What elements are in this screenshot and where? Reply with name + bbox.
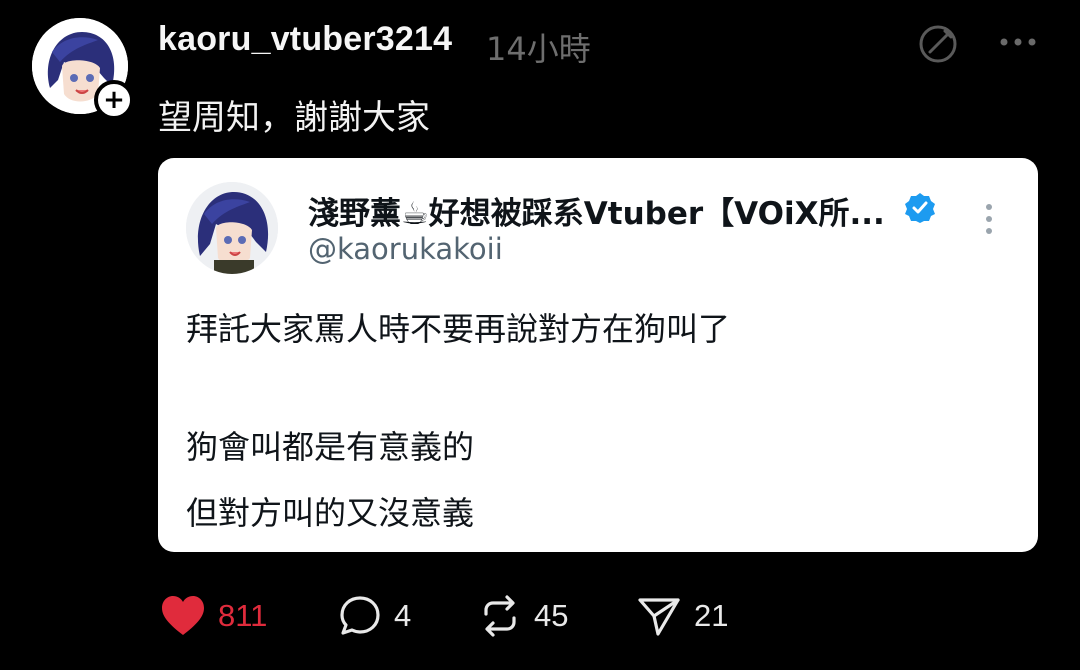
embedded-avatar[interactable] xyxy=(186,182,278,274)
embedded-text-line: 但對方叫的又沒意義 xyxy=(186,494,475,532)
follow-plus-icon[interactable]: + xyxy=(94,80,134,120)
heart-icon xyxy=(162,596,204,635)
comment-icon xyxy=(340,596,380,635)
send-icon xyxy=(638,598,680,636)
embedded-display-name[interactable]: 淺野薰☕好想被踩系Vtuber【VOiX所... xyxy=(308,188,885,233)
embedded-text-line: 狗會叫都是有意義的 xyxy=(186,428,475,466)
repost-icon xyxy=(484,595,516,637)
embedded-handle[interactable]: @kaorukakoii xyxy=(308,232,503,266)
share-count: 21 xyxy=(694,598,729,633)
embedded-text-line: 拜託大家罵人時不要再說對方在狗叫了 xyxy=(186,310,731,348)
like-button[interactable]: 811 xyxy=(160,592,267,640)
like-count: 811 xyxy=(218,598,268,633)
edit-icon[interactable] xyxy=(916,22,960,66)
post-time: 14小時 xyxy=(486,30,591,68)
embedded-more-icon[interactable] xyxy=(984,202,994,236)
repost-count: 45 xyxy=(534,598,569,633)
repost-button[interactable]: 45 xyxy=(478,592,568,640)
username[interactable]: kaoru_vtuber3214 xyxy=(158,20,452,59)
verified-badge-icon xyxy=(905,193,935,223)
more-options-icon[interactable] xyxy=(998,30,1038,54)
post-caption: 望周知，謝謝大家 xyxy=(158,98,430,138)
embedded-post-card[interactable]: 淺野薰☕好想被踩系Vtuber【VOiX所... @kaorukakoii 拜託… xyxy=(158,158,1038,552)
reply-button[interactable]: 4 xyxy=(338,592,411,640)
reply-count: 4 xyxy=(394,598,412,633)
share-button[interactable]: 21 xyxy=(636,592,728,640)
